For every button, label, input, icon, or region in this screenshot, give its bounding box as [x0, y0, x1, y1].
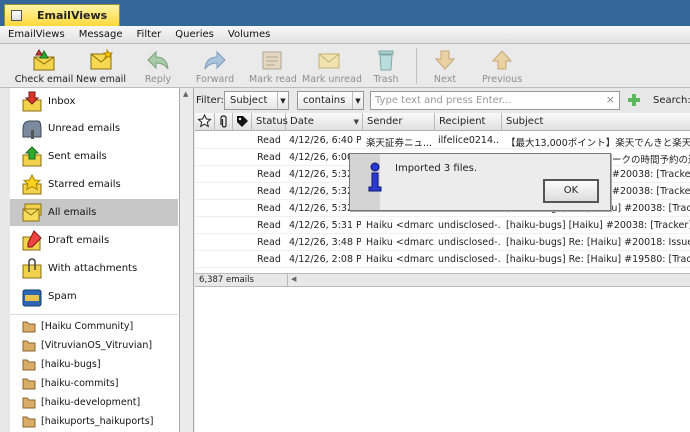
next-icon: [434, 50, 456, 70]
close-box[interactable]: [11, 10, 22, 21]
ok-button[interactable]: OK: [543, 179, 599, 203]
column-recipient[interactable]: Recipient: [435, 113, 502, 131]
filter-bar: Filter: Subject ▼ contains ▼ Type text a…: [195, 90, 690, 112]
sidebar-divider: [10, 314, 178, 315]
info-icon: [368, 162, 382, 192]
menu-filter[interactable]: Filter: [129, 26, 168, 43]
folder-icon: [22, 321, 36, 333]
email-count: 6,387 emails: [199, 275, 254, 285]
menu-message[interactable]: Message: [71, 26, 129, 43]
reply-button[interactable]: Reply: [138, 46, 178, 86]
sidebar-folder[interactable]: [haikuports_haikuports]: [10, 412, 178, 431]
column-subject[interactable]: Subject: [502, 113, 690, 131]
sidebar: Inbox Unread emails Sent emails Starred …: [10, 88, 180, 432]
sort-descending-icon: ▼: [353, 118, 359, 126]
new-email-icon: [90, 48, 114, 70]
sidebar-folder[interactable]: [Haiku Community]: [10, 317, 178, 336]
table-row[interactable]: Read 4/12/26, 5:31 PM Haiku <dmarc... un…: [195, 217, 690, 234]
sidebar-item-all[interactable]: All emails: [10, 199, 178, 226]
filter-operator-select[interactable]: contains ▼: [297, 91, 364, 110]
mailbox-icon: [22, 120, 42, 139]
check-email-icon: [33, 49, 55, 71]
column-star[interactable]: [195, 113, 215, 131]
trash-icon: [378, 50, 394, 71]
column-date[interactable]: Date ▼: [286, 113, 363, 131]
list-status-bar: 6,387 emails ◀: [195, 273, 690, 287]
scroll-up-arrow-icon[interactable]: ▲: [183, 90, 188, 98]
sidebar-item-inbox[interactable]: Inbox: [10, 88, 178, 115]
mark-unread-button[interactable]: Mark unread: [302, 46, 362, 86]
filter-label: Filter:: [196, 95, 224, 106]
sent-icon: [22, 145, 42, 166]
chevron-down-icon: ▼: [277, 92, 288, 109]
sidebar-item-starred[interactable]: Starred emails: [10, 171, 178, 198]
sidebar-item-attachments[interactable]: With attachments: [10, 255, 178, 282]
mark-read-button[interactable]: Mark read: [249, 46, 297, 86]
sidebar-item-unread[interactable]: Unread emails: [10, 115, 178, 142]
alert-message: Imported 3 files.: [395, 163, 478, 174]
menu-bar: EmailViews Message Filter Queries Volume…: [0, 26, 690, 44]
column-sender[interactable]: Sender: [363, 113, 435, 131]
menu-queries[interactable]: Queries: [167, 26, 220, 43]
menu-emailviews[interactable]: EmailViews: [0, 26, 71, 43]
horizontal-scrollbar[interactable]: ◀: [287, 274, 690, 286]
inbox-icon: [22, 91, 42, 111]
paperclip-icon: [220, 115, 227, 128]
folder-icon: [22, 416, 36, 428]
column-tag[interactable]: [233, 113, 252, 131]
toolbar: Check email New email Reply Forward Mark…: [0, 44, 690, 88]
sidebar-folder[interactable]: [VitruvianOS_Vitruvian]: [10, 336, 178, 355]
sidebar-item-sent[interactable]: Sent emails: [10, 143, 178, 170]
mark-unread-icon: [318, 53, 340, 69]
sidebar-scrollbar[interactable]: ▲: [180, 88, 194, 432]
column-attachment[interactable]: [215, 113, 233, 131]
clear-icon[interactable]: ×: [606, 93, 615, 106]
search-label: Search:: [653, 95, 690, 106]
reply-icon: [147, 50, 169, 70]
table-row[interactable]: Read 4/12/26, 2:08 PM Haiku <dmarc... un…: [195, 251, 690, 268]
trash-button[interactable]: Trash: [370, 46, 402, 86]
import-alert-dialog: Imported 3 files. OK: [349, 153, 611, 211]
draft-icon: [22, 229, 42, 250]
menu-volumes[interactable]: Volumes: [220, 26, 276, 43]
check-email-button[interactable]: Check email: [14, 46, 74, 86]
sidebar-folder[interactable]: [haiku-commits]: [10, 374, 178, 393]
sidebar-item-drafts[interactable]: Draft emails: [10, 227, 178, 254]
window-title: EmailViews: [37, 9, 108, 22]
scroll-left-arrow-icon[interactable]: ◀: [291, 275, 296, 283]
window-tab[interactable]: EmailViews: [4, 4, 120, 26]
sidebar-folder[interactable]: [haiku-development]: [10, 393, 178, 412]
attachment-icon: [22, 257, 42, 278]
column-status[interactable]: Status: [252, 113, 288, 131]
chevron-down-icon: ▼: [352, 92, 363, 109]
mark-read-icon: [262, 51, 282, 70]
table-row[interactable]: Read 4/12/26, 3:48 PM Haiku <dmarc... un…: [195, 234, 690, 251]
filter-text-input[interactable]: Type text and press Enter... ×: [370, 91, 620, 110]
title-bar: EmailViews: [0, 0, 690, 26]
star-icon: [22, 173, 42, 194]
add-filter-icon[interactable]: [627, 93, 641, 107]
sidebar-item-spam[interactable]: Spam: [10, 283, 178, 310]
spam-icon: [22, 289, 42, 306]
new-email-button[interactable]: New email: [76, 46, 126, 86]
forward-icon: [204, 50, 226, 70]
folder-icon: [22, 397, 36, 409]
forward-button[interactable]: Forward: [193, 46, 237, 86]
previous-icon: [491, 50, 513, 70]
toolbar-separator: [416, 48, 417, 84]
folder-icon: [22, 359, 36, 371]
next-button[interactable]: Next: [430, 46, 460, 86]
emailviews-window: EmailViews EmailViews Message Filter Que…: [0, 0, 690, 432]
table-header: Status Date ▼ Sender Recipient Subject: [195, 113, 690, 131]
table-row[interactable]: Read 4/12/26, 6:40 PM 楽天証券ニュ... ilfelice…: [195, 132, 690, 149]
filter-field-select[interactable]: Subject ▼: [224, 91, 289, 110]
tag-icon: [237, 116, 248, 127]
sidebar-folder[interactable]: [haiku-bugs]: [10, 355, 178, 374]
star-outline-icon: [197, 113, 212, 128]
folder-icon: [22, 378, 36, 390]
previous-button[interactable]: Previous: [482, 46, 522, 86]
all-emails-icon: [22, 203, 42, 221]
folder-icon: [22, 340, 36, 352]
